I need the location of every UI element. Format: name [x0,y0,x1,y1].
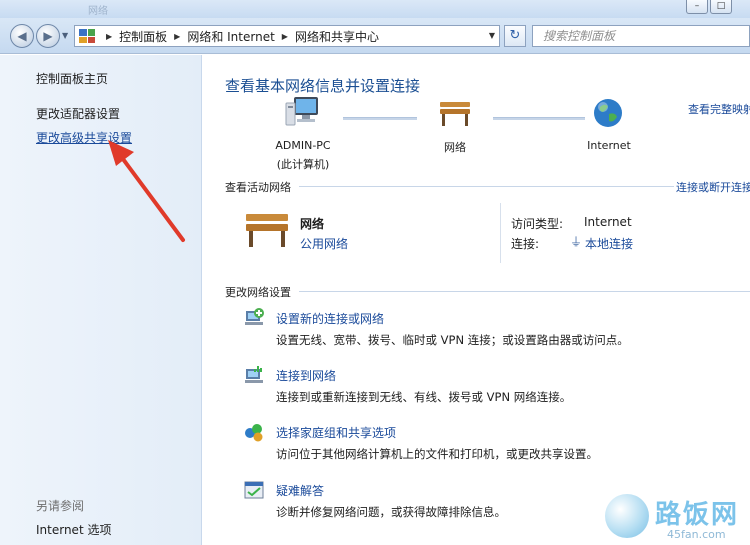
computer-icon [285,97,318,126]
homegroup-icon [245,424,263,442]
refresh-icon: ↻ [509,28,521,43]
breadcrumb-control-panel[interactable]: 控制面板 [119,28,167,45]
new-connection-icon [245,308,264,325]
change-settings-heading: 更改网络设置 [225,286,291,299]
network-type-link[interactable]: 公用网络 [300,235,348,252]
troubleshoot-icon [244,481,264,499]
map-node-internet[interactable] [591,97,625,132]
active-network-name: 网络 [300,217,325,231]
watermark-logo-icon [605,494,649,538]
vertical-divider [500,203,501,263]
control-panel-icon [79,29,95,43]
breadcrumb-separator-icon[interactable]: ▶ [282,32,288,41]
ethernet-icon: ⏚ [570,235,583,249]
search-input[interactable]: 搜索控制面板 [532,25,750,47]
back-button[interactable]: ◀ [10,24,34,48]
task-connect-to-network[interactable]: 连接到网络 [276,367,336,384]
see-also-heading: 另请参阅 [36,499,85,513]
watermark-text: 路饭网 [655,500,740,530]
red-arrow-annotation [108,140,185,242]
view-full-map-link[interactable]: 查看完整映射 [688,101,750,117]
this-computer-label: (此计算机) [276,158,330,171]
window-title: 网络 [88,6,108,17]
left-task-pane: 控制面板主页 更改适配器设置 更改高级共享设置 另请参阅 Internet 选项 [0,55,202,545]
breadcrumb-network-internet[interactable]: 网络和 Internet [187,28,274,45]
globe-icon [594,99,622,127]
task-description: 连接到或重新连接到无线、有线、拨号或 VPN 网络连接。 [276,390,572,404]
connect-to-network-icon [245,366,263,383]
forward-button[interactable]: ▶ [36,24,60,48]
map-connection-line [343,117,417,120]
forward-arrow-icon: ▶ [43,29,53,43]
breadcrumb-separator-icon[interactable]: ▶ [106,32,112,41]
task-description: 诊断并修复网络问题，或获得故障排除信息。 [276,505,506,519]
back-arrow-icon: ◀ [17,29,27,43]
section-divider [299,291,750,292]
watermark: 路饭网 45fan.com [605,490,750,545]
main-content: 查看基本网络信息并设置连接 查看完整映射 ADMIN-PC (此计算机) 网络 [203,55,750,545]
map-node-network[interactable] [433,99,477,130]
local-connection-link[interactable]: 本地连接 [585,235,633,252]
window-controls: – □ [686,0,732,14]
refresh-button[interactable]: ↻ [504,25,526,47]
connect-disconnect-link[interactable]: 连接或断开连接 [676,179,750,195]
bench-icon [246,214,288,247]
address-dropdown-icon[interactable]: ▼ [489,31,495,40]
access-type-value: Internet [584,215,632,229]
sidebar-item-internet-options[interactable]: Internet 选项 [36,521,111,538]
access-type-label: 访问类型: [511,217,564,231]
pc-name-label: ADMIN-PC [275,139,331,152]
breadcrumb: ▶ 控制面板 ▶ 网络和 Internet ▶ 网络和共享中心 [99,28,379,45]
task-description: 访问位于其他网络计算机上的文件和打印机，或更改共享设置。 [276,447,598,461]
section-divider [299,186,674,187]
internet-map-label: Internet [587,139,631,152]
connection-label: 连接: [511,237,540,251]
watermark-url: 45fan.com [667,528,726,541]
sidebar-item-home[interactable]: 控制面板主页 [36,70,108,87]
sidebar-item-adapter-settings[interactable]: 更改适配器设置 [36,105,120,122]
task-troubleshoot[interactable]: 疑难解答 [276,482,324,499]
title-bar: 网络 – □ [0,0,750,18]
recent-pages-dropdown[interactable]: ▼ [62,31,68,40]
task-homegroup-sharing[interactable]: 选择家庭组和共享选项 [276,424,396,441]
active-networks-heading: 查看活动网络 [225,181,291,194]
bench-icon [440,102,470,126]
task-description: 设置无线、宽带、拨号、临时或 VPN 连接；或设置路由器或访问点。 [276,333,629,347]
page-title: 查看基本网络信息并设置连接 [225,77,421,95]
address-bar[interactable]: ▶ 控制面板 ▶ 网络和 Internet ▶ 网络和共享中心 ▼ [74,25,500,47]
navigation-bar: ◀ ▶ ▼ ▶ 控制面板 ▶ 网络和 Internet ▶ 网络和共享中心 ▼ … [0,18,750,54]
network-map-label: 网络 [444,141,466,154]
map-connection-line [493,117,585,120]
task-setup-new-connection[interactable]: 设置新的连接或网络 [276,310,384,327]
breadcrumb-network-sharing-center[interactable]: 网络和共享中心 [295,28,379,45]
map-node-computer[interactable] [263,95,343,132]
breadcrumb-separator-icon[interactable]: ▶ [174,32,180,41]
minimize-button[interactable]: – [686,0,708,14]
maximize-button[interactable]: □ [710,0,732,14]
